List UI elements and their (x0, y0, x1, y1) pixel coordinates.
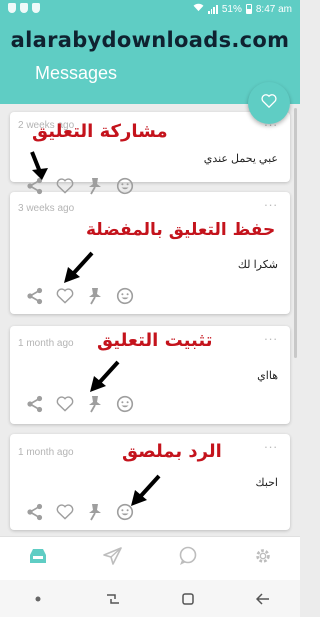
sticker-icon (116, 395, 134, 418)
arrow-annotation (90, 360, 120, 392)
annotation-label: تثبيت التعليق (97, 330, 213, 351)
message-time: 1 month ago (18, 447, 74, 458)
pin-icon (87, 395, 103, 418)
scrollbar[interactable] (294, 108, 297, 358)
recents-button[interactable] (75, 580, 150, 617)
pin-icon (87, 503, 103, 526)
watermark: alarabydownloads.com (10, 28, 290, 52)
heart-icon (56, 395, 74, 417)
share-button[interactable] (25, 287, 45, 310)
message-time: 1 month ago (18, 338, 74, 349)
page-title: Messages (35, 63, 118, 83)
sticker-icon (116, 287, 134, 310)
annotation-label: الرد بملصق (122, 441, 222, 462)
message-text: احبك (255, 477, 278, 489)
heart-icon (56, 287, 74, 309)
message-time: 3 weeks ago (18, 203, 75, 214)
shield-icon (8, 3, 16, 13)
annotation-label: مشاركة التعليق (32, 121, 168, 142)
home-button[interactable] (150, 580, 225, 617)
arrow-annotation (131, 474, 161, 506)
card-menu-button[interactable]: ... (264, 194, 278, 209)
message-text: عبي يحمل عندي (203, 153, 278, 165)
tab-chat[interactable] (150, 537, 225, 580)
system-dot-button[interactable] (0, 580, 75, 617)
card-menu-button[interactable]: ... (264, 328, 278, 343)
pin-button[interactable] (85, 177, 105, 200)
share-icon (26, 395, 44, 418)
arrow-annotation (64, 251, 94, 283)
battery-percent: 51% (221, 3, 242, 15)
tab-inbox[interactable] (0, 537, 75, 580)
inbox-icon (28, 547, 48, 570)
arrow-annotation (30, 151, 48, 180)
sticker-button[interactable] (115, 395, 135, 418)
sticker-icon (116, 177, 134, 200)
pin-button[interactable] (85, 395, 105, 418)
favorite-button[interactable] (55, 396, 75, 416)
pin-icon (87, 287, 103, 310)
system-nav-bar (0, 580, 300, 617)
message-text: شكرا لك (237, 259, 278, 271)
pin-icon (87, 177, 103, 200)
shield-icon (20, 3, 28, 13)
message-card[interactable]: 3 weeks ago ... شكرا لك (10, 192, 290, 314)
pin-button[interactable] (85, 287, 105, 310)
share-button[interactable] (25, 177, 45, 198)
message-text: هااي (257, 370, 278, 382)
sticker-button[interactable] (115, 177, 135, 200)
bottom-nav (0, 536, 300, 580)
share-button[interactable] (25, 395, 45, 418)
favorite-button[interactable] (55, 288, 75, 308)
favorite-button[interactable] (55, 504, 75, 524)
back-button[interactable] (225, 580, 300, 617)
settings-icon (254, 547, 272, 570)
share-icon (26, 503, 44, 526)
clock: 8:47 am (255, 3, 292, 15)
status-bar: 51% 8:47 am (0, 0, 300, 18)
share-icon (26, 287, 44, 310)
favorite-button[interactable] (55, 178, 75, 198)
heart-icon (56, 503, 74, 525)
favorites-button[interactable] (248, 82, 290, 124)
battery-icon (245, 4, 252, 14)
tab-send[interactable] (75, 537, 150, 580)
chat-icon (178, 546, 198, 571)
card-menu-button[interactable]: ... (264, 436, 278, 451)
share-button[interactable] (25, 503, 45, 526)
shield-icon (32, 3, 40, 13)
heart-icon (261, 93, 277, 113)
sticker-button[interactable] (115, 287, 135, 310)
wifi-icon (193, 3, 204, 15)
tab-settings[interactable] (225, 537, 300, 580)
send-icon (102, 547, 123, 570)
heart-icon (56, 177, 74, 199)
pin-button[interactable] (85, 503, 105, 526)
annotation-label: حفظ التعليق بالمفضلة (86, 220, 276, 240)
signal-icon (207, 4, 218, 14)
